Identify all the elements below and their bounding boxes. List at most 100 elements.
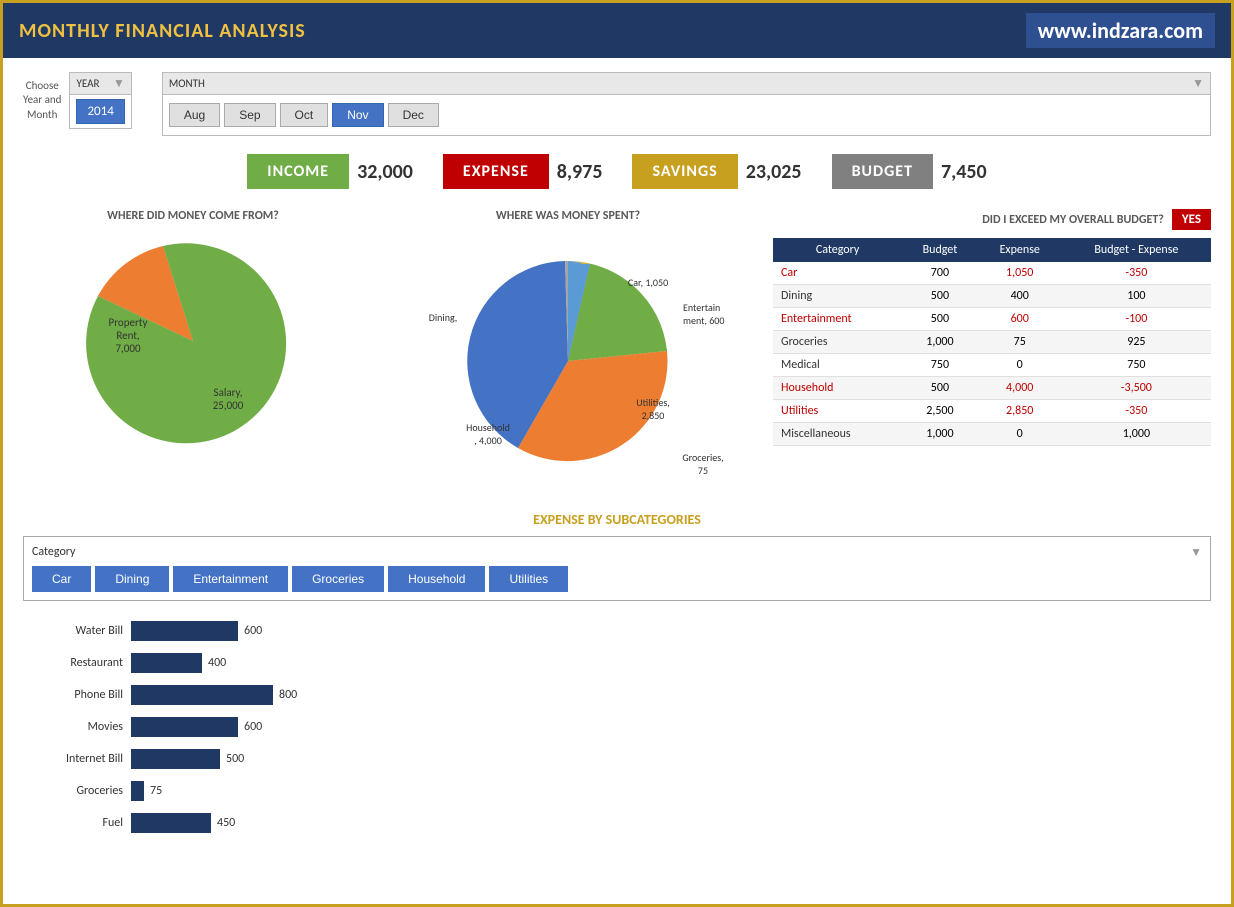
income-label: INCOME [247,154,349,189]
svg-text:, 4,000: , 4,000 [474,434,502,447]
row-expense: 2,850 [978,400,1062,423]
bar-fill [131,621,238,641]
bar-fill [131,781,144,801]
expense-summary: EXPENSE 8,975 [443,154,603,189]
month-sep[interactable]: Sep [224,103,275,127]
bar-item: Fuel 450 [23,813,1211,833]
table-row: Entertainment 500 600 -100 [773,308,1211,331]
bar-track: 450 [131,813,235,833]
expense-label: EXPENSE [443,154,549,189]
table-row: Miscellaneous 1,000 0 1,000 [773,423,1211,446]
row-diff: -100 [1062,308,1211,331]
month-nov[interactable]: Nov [332,103,383,127]
summary-bar: INCOME 32,000 EXPENSE 8,975 SAVINGS 23,0… [3,144,1231,199]
bar-value: 600 [244,624,262,638]
category-buttons: CarDiningEntertainmentGroceriesHousehold… [32,566,1202,592]
row-expense: 600 [978,308,1062,331]
category-button-dining[interactable]: Dining [95,566,169,592]
row-expense: 4,000 [978,377,1062,400]
year-value[interactable]: 2014 [76,99,124,124]
month-buttons: Aug Sep Oct Nov Dec [169,99,1204,131]
bar-item: Internet Bill 500 [23,749,1211,769]
money-from-title: WHERE DID MONEY COME FROM? [23,209,363,223]
category-button-groceries[interactable]: Groceries [292,566,384,592]
bar-fill [131,813,211,833]
bar-track: 400 [131,653,226,673]
bar-track: 75 [131,781,162,801]
bar-fill [131,653,202,673]
category-header: Category ▼ [32,545,1202,560]
row-expense: 400 [978,285,1062,308]
month-oct[interactable]: Oct [280,103,329,127]
month-dropdown-header[interactable]: MONTH ▼ [162,72,1211,94]
row-expense: 0 [978,423,1062,446]
controls-row: ChooseYear andMonth YEAR ▼ 2014 MONTH ▼ [3,58,1231,144]
row-category: Medical [773,354,902,377]
bar-track: 500 [131,749,244,769]
table-row: Car 700 1,050 -350 [773,262,1211,285]
row-budget: 700 [902,262,978,285]
table-row: Utilities 2,500 2,850 -350 [773,400,1211,423]
month-dec[interactable]: Dec [388,103,439,127]
bar-value: 800 [279,688,297,702]
subcategories-title: EXPENSE BY SUBCATEGORIES [23,511,1211,528]
month-filter-icon: ▼ [1192,76,1204,91]
money-spent-title: WHERE WAS MONEY SPENT? [383,209,753,223]
header: MONTHLY FINANCIAL ANALYSIS www.indzara.c… [3,3,1231,58]
subcategory-filter: Category ▼ CarDiningEntertainmentGroceri… [23,536,1211,601]
expense-value: 8,975 [557,160,603,184]
money-spent-pie: Car, 1,050 Entertain ment, 600 Utilities… [383,231,753,491]
row-expense: 75 [978,331,1062,354]
money-from-section: WHERE DID MONEY COME FROM? Property Rent… [23,209,363,491]
svg-text:Entertain: Entertain [683,301,720,314]
savings-label: SAVINGS [632,154,737,189]
row-category: Dining [773,285,902,308]
row-diff: -3,500 [1062,377,1211,400]
bar-fill [131,717,238,737]
budget-section: DID I EXCEED MY OVERALL BUDGET? YES Cate… [773,209,1211,491]
table-row: Medical 750 0 750 [773,354,1211,377]
bar-label: Internet Bill [23,752,123,766]
svg-text:Dining,: Dining, [429,311,458,324]
row-diff: -350 [1062,400,1211,423]
category-button-entertainment[interactable]: Entertainment [173,566,288,592]
svg-text:Rent,: Rent, [116,329,140,342]
bar-label: Water Bill [23,624,123,638]
budget-value: 7,450 [941,160,987,184]
col-expense: Expense [978,238,1062,262]
category-button-utilities[interactable]: Utilities [489,566,568,592]
bar-fill [131,685,273,705]
svg-text:Household: Household [466,421,510,434]
svg-text:Groceries,: Groceries, [682,451,723,464]
svg-text:ment, 600: ment, 600 [683,314,724,327]
svg-text:Property: Property [109,316,148,329]
svg-text:25,000: 25,000 [213,399,244,412]
row-category: Utilities [773,400,902,423]
budget-table: Category Budget Expense Budget - Expense… [773,238,1211,446]
row-diff: 750 [1062,354,1211,377]
bar-label: Restaurant [23,656,123,670]
bar-label: Phone Bill [23,688,123,702]
row-category: Household [773,377,902,400]
row-diff: 100 [1062,285,1211,308]
bar-item: Water Bill 600 [23,621,1211,641]
month-aug[interactable]: Aug [169,103,220,127]
subcategory-filter-icon: ▼ [1190,545,1202,560]
bar-value: 400 [208,656,226,670]
yes-badge: YES [1172,209,1211,230]
bar-track: 600 [131,621,262,641]
bar-value: 600 [244,720,262,734]
row-diff: 1,000 [1062,423,1211,446]
savings-summary: SAVINGS 23,025 [632,154,801,189]
budget-summary: BUDGET 7,450 [832,154,987,189]
bar-value: 450 [217,816,235,830]
page-title: MONTHLY FINANCIAL ANALYSIS [19,19,306,43]
row-budget: 500 [902,308,978,331]
bar-chart-section: Water Bill 600 Restaurant 400 Phone Bill… [3,611,1231,865]
bar-label: Fuel [23,816,123,830]
category-button-household[interactable]: Household [388,566,485,592]
row-budget: 750 [902,354,978,377]
category-button-car[interactable]: Car [32,566,91,592]
year-dropdown-header[interactable]: YEAR ▼ [69,72,131,94]
row-expense: 1,050 [978,262,1062,285]
